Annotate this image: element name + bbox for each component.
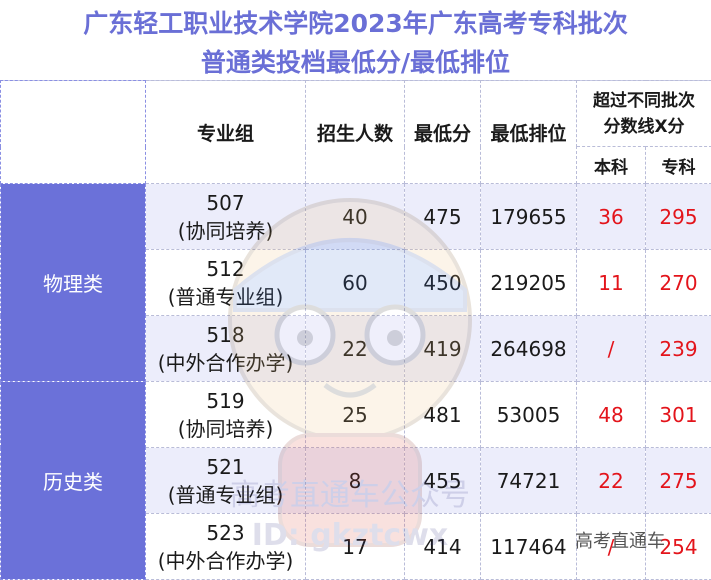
- group-type: (普通专业组): [167, 482, 284, 507]
- min-rank-cell: 219205: [480, 249, 577, 316]
- min-rank-header: 最低排位: [480, 80, 577, 184]
- group-type: (协同培养): [177, 416, 274, 441]
- enroll-header: 招生人数: [305, 80, 405, 184]
- section-physics: 物理类: [0, 183, 146, 382]
- group-cell: 512 (普通专业组): [145, 249, 306, 316]
- undergrad-cell: 11: [576, 249, 646, 316]
- table-row: 历史类 519 (协同培养) 25 481 53005 48 301: [0, 381, 711, 580]
- section-history: 历史类: [0, 381, 146, 580]
- page-subtitle: 普通类投档最低分/最低排位: [200, 48, 511, 77]
- group-code: 523: [206, 520, 245, 545]
- group-cell: 519 (协同培养): [145, 381, 306, 448]
- min-score-cell: 450: [404, 249, 481, 316]
- group-code: 512: [206, 256, 245, 281]
- junior-cell: 275: [644, 447, 711, 514]
- undergrad-cell: 36: [576, 183, 646, 250]
- group-cell: 518 (中外合作办学): [145, 315, 306, 382]
- min-score-cell: 481: [404, 381, 481, 448]
- table-row: 物理类 507 (协同培养) 40 475 179655 36 295: [0, 183, 711, 382]
- enroll-cell: 22: [305, 315, 405, 382]
- enroll-cell: 8: [305, 447, 405, 514]
- junior-cell: 295: [644, 183, 711, 250]
- min-rank-cell: 53005: [480, 381, 577, 448]
- undergrad-cell: 48: [576, 381, 646, 448]
- enroll-cell: 40: [305, 183, 405, 250]
- corner-watermark: 高考直通车: [575, 531, 665, 552]
- group-cell: 523 (中外合作办学): [145, 513, 306, 580]
- enroll-cell: 17: [305, 513, 405, 580]
- enroll-cell: 60: [305, 249, 405, 316]
- group-type: (中外合作办学): [157, 548, 294, 573]
- min-score-cell: 475: [404, 183, 481, 250]
- min-rank-cell: 117464: [480, 513, 577, 580]
- exceed-header: 超过不同批次分数线X分: [575, 80, 711, 147]
- group-code: 507: [206, 190, 245, 215]
- junior-cell: 270: [644, 249, 711, 316]
- undergrad-cell: /: [576, 315, 646, 382]
- junior-header: 专科: [644, 146, 711, 184]
- junior-cell: 301: [644, 381, 711, 448]
- admission-table: @高考直通车 专业组 招生人数 最低分 最低排位 超过不同批次分数线X分 本科 …: [0, 80, 711, 580]
- min-rank-cell: 74721: [480, 447, 577, 514]
- min-score-cell: 414: [404, 513, 481, 580]
- group-type: (中外合作办学): [157, 350, 294, 375]
- group-code: 519: [206, 388, 245, 413]
- undergrad-header: 本科: [576, 146, 646, 184]
- min-rank-cell: 264698: [480, 315, 577, 382]
- group-code: 521: [206, 454, 245, 479]
- enroll-cell: 25: [305, 381, 405, 448]
- group-code: 518: [206, 322, 245, 347]
- min-rank-cell: 179655: [480, 183, 577, 250]
- group-type: (普通专业组): [167, 284, 284, 309]
- page-title: 广东轻工职业技术学院2023年广东高考专科批次: [83, 9, 628, 38]
- group-header: 专业组: [145, 80, 306, 184]
- group-cell: 521 (普通专业组): [145, 447, 306, 514]
- min-score-cell: 455: [404, 447, 481, 514]
- min-score-cell: 419: [404, 315, 481, 382]
- min-score-header: 最低分: [404, 80, 481, 184]
- group-cell: 507 (协同培养): [145, 183, 306, 250]
- junior-cell: 239: [644, 315, 711, 382]
- title-banner: 广东轻工职业技术学院2023年广东高考专科批次 普通类投档最低分/最低排位: [0, 0, 711, 81]
- group-type: (协同培养): [177, 218, 274, 243]
- undergrad-cell: 22: [576, 447, 646, 514]
- source-header: @高考直通车: [0, 80, 146, 184]
